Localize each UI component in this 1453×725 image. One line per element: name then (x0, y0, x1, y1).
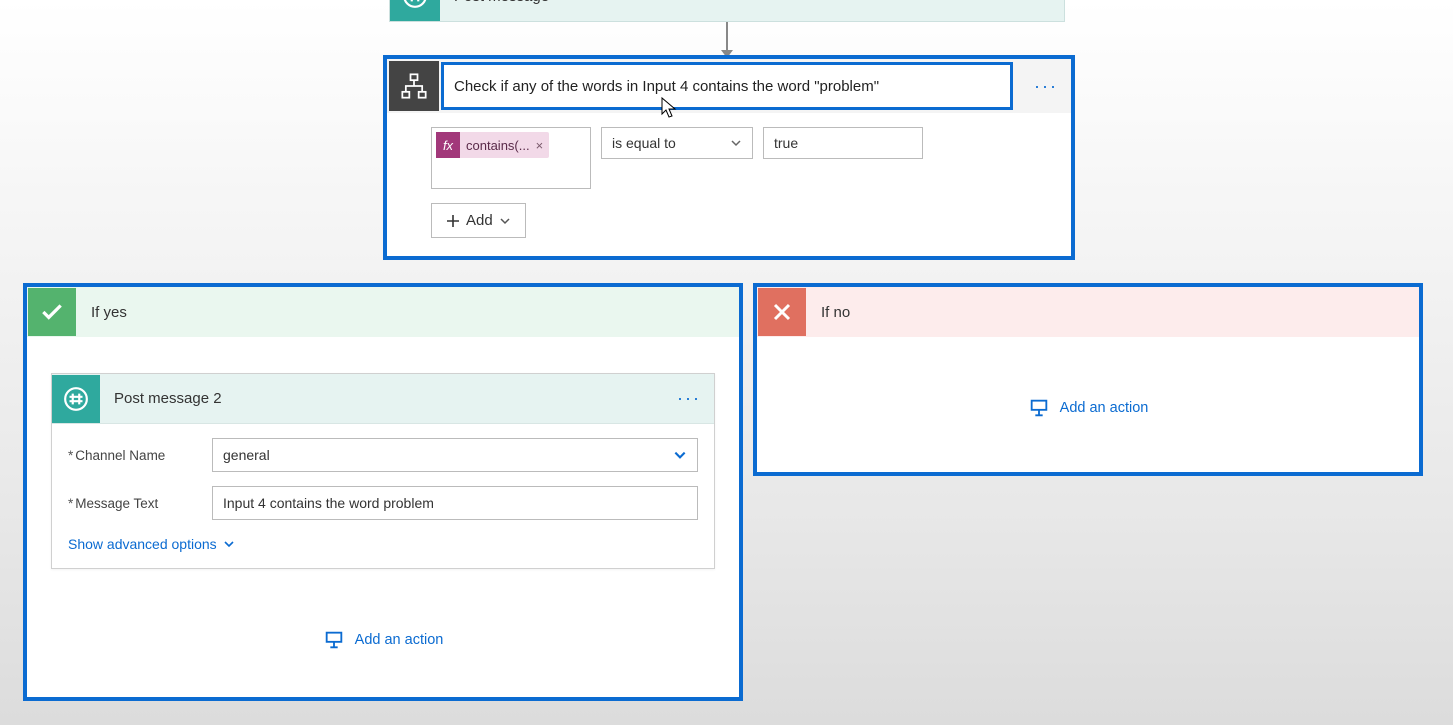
token-remove-icon[interactable]: × (536, 138, 544, 153)
expression-token-text: contains(... (466, 138, 530, 153)
connector-arrow (726, 22, 728, 56)
prev-step-card: Post message (389, 0, 1065, 22)
chevron-down-icon (673, 448, 687, 462)
check-icon (28, 288, 76, 336)
post-message-2-card: Post message 2 ··· Channel Name general … (51, 373, 715, 569)
show-advanced-options-text: Show advanced options (68, 536, 217, 552)
condition-left-operand[interactable]: fx contains(... × (431, 127, 591, 189)
chevron-down-icon (223, 538, 235, 550)
hash-icon (390, 0, 440, 21)
condition-menu-button[interactable]: ··· (1021, 61, 1071, 111)
condition-title-text: Check if any of the words in Input 4 con… (454, 78, 879, 95)
chevron-down-icon (730, 137, 742, 149)
add-action-no-label: Add an action (1060, 400, 1149, 416)
add-condition-label: Add (466, 212, 493, 229)
condition-right-operand[interactable]: true (763, 127, 923, 159)
condition-card: Check if any of the words in Input 4 con… (383, 55, 1075, 260)
channel-name-select[interactable]: general (212, 438, 698, 472)
hash-icon (52, 375, 100, 423)
if-no-branch: If no Add an action (753, 283, 1423, 476)
if-no-label: If no (807, 304, 850, 321)
condition-operator-text: is equal to (612, 135, 676, 151)
post-message-2-title: Post message 2 (100, 390, 664, 407)
add-condition-button[interactable]: Add (431, 203, 526, 238)
message-text-value: Input 4 contains the word problem (223, 495, 434, 511)
if-yes-header: If yes (27, 287, 739, 337)
condition-icon (389, 61, 439, 111)
close-icon (758, 288, 806, 336)
add-action-no-button[interactable]: Add an action (757, 397, 1419, 419)
fx-icon: fx (436, 132, 460, 158)
plus-icon (446, 214, 460, 228)
add-action-yes-button[interactable]: Add an action (27, 629, 739, 651)
show-advanced-options-link[interactable]: Show advanced options (68, 534, 235, 558)
expression-token[interactable]: fx contains(... × (436, 132, 549, 158)
if-yes-branch: If yes Post message 2 ··· Channel Name g… (23, 283, 743, 701)
add-action-icon (1028, 397, 1050, 419)
add-action-yes-label: Add an action (355, 632, 444, 648)
if-yes-label: If yes (77, 304, 127, 321)
post-message-2-menu-button[interactable]: ··· (664, 374, 714, 424)
if-no-header: If no (757, 287, 1419, 337)
condition-operator-select[interactable]: is equal to (601, 127, 753, 159)
condition-title-input[interactable]: Check if any of the words in Input 4 con… (441, 62, 1013, 110)
condition-value-text: true (774, 135, 798, 151)
prev-step-title: Post message (440, 0, 549, 5)
chevron-down-icon (499, 215, 511, 227)
message-text-label: Message Text (68, 496, 212, 511)
channel-name-label: Channel Name (68, 448, 212, 463)
channel-name-value: general (223, 447, 270, 463)
condition-header: Check if any of the words in Input 4 con… (387, 59, 1071, 113)
add-action-icon (323, 629, 345, 651)
message-text-input[interactable]: Input 4 contains the word problem (212, 486, 698, 520)
post-message-2-header[interactable]: Post message 2 ··· (52, 374, 714, 424)
